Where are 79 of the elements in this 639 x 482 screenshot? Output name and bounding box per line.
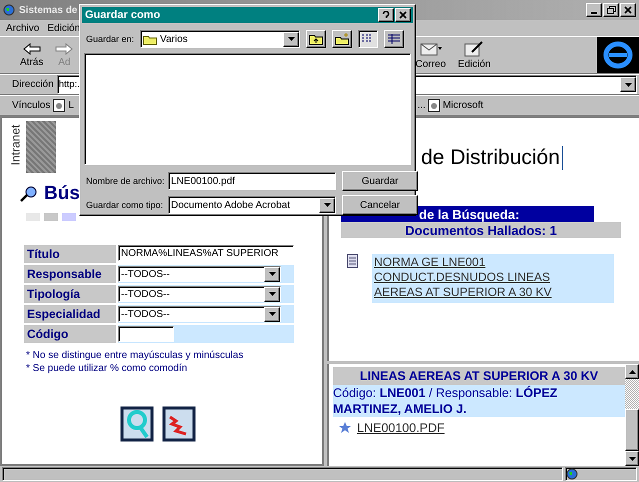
detail-info: Código: LNE001 / Responsable: LÓPEZ MARTINEZ, AMELIO J. xyxy=(333,385,625,417)
side-label: Intranet xyxy=(8,124,22,166)
details-icon xyxy=(388,34,400,44)
new-folder-button[interactable] xyxy=(332,30,352,48)
folder-select[interactable]: Varios xyxy=(140,30,300,48)
edit-icon xyxy=(464,40,484,56)
input-field[interactable] xyxy=(118,326,174,342)
links-label: Vínculos xyxy=(12,100,50,111)
scroll-down-button[interactable] xyxy=(625,451,639,466)
page-heading: Bús xyxy=(44,183,80,205)
select-field[interactable]: --TODOS-- xyxy=(118,286,281,302)
globe-icon xyxy=(566,468,578,480)
close-button[interactable] xyxy=(395,8,411,22)
window-title: Sistemas de xyxy=(19,4,78,16)
new-folder-icon xyxy=(335,33,350,45)
file-link[interactable]: LNE00100.PDF xyxy=(357,421,445,435)
hint-text: * Se puede utilizar % como comodín xyxy=(26,362,188,375)
star-icon xyxy=(339,422,351,434)
page-icon xyxy=(428,99,440,112)
close-icon xyxy=(624,6,632,14)
scrollbar[interactable] xyxy=(625,364,639,466)
field-label: Código xyxy=(24,325,116,343)
select-field[interactable]: --TODOS-- xyxy=(118,306,281,322)
link-item[interactable]: Microsoft xyxy=(428,99,484,112)
minimize-button[interactable] xyxy=(586,3,602,17)
toolbar-button[interactable]: Atrás xyxy=(14,37,50,73)
menu-item[interactable]: Edición xyxy=(47,22,80,34)
field-label: Especialidad xyxy=(24,305,116,323)
close-button[interactable] xyxy=(620,3,636,17)
details-view-button[interactable] xyxy=(384,30,404,48)
file-name-field[interactable]: LNE00100.pdf xyxy=(168,172,336,190)
detail-title: LINEAS AEREAS AT SUPERIOR A 30 KV xyxy=(333,367,625,385)
hint-text: * No se distingue entre mayúsculas y minúsculas xyxy=(26,349,244,362)
down-arrow-icon xyxy=(628,456,636,460)
field-label: Responsable xyxy=(24,265,116,283)
save-in-label: Guardar en: xyxy=(86,34,134,44)
banner-image xyxy=(26,121,56,173)
result-link[interactable]: NORMA GE LNE001 CONDUCT.DESNUDOS LINEAS AEREAS AT SUPERIOR A 30 KV xyxy=(372,254,614,303)
menu-item[interactable]: Archivo xyxy=(6,22,40,34)
browser-logo xyxy=(597,37,639,73)
list-view-button[interactable] xyxy=(358,30,378,48)
scroll-up-button[interactable] xyxy=(625,364,639,379)
decoration-strip xyxy=(26,213,76,221)
link-item[interactable]: L xyxy=(53,99,416,112)
page-icon xyxy=(53,99,66,112)
file-type-label: Guardar como tipo: xyxy=(86,200,164,210)
close-icon xyxy=(399,11,407,19)
toolbar-button[interactable]: Correo xyxy=(409,37,452,73)
save-button[interactable]: Guardar xyxy=(342,171,418,191)
search-icon xyxy=(20,186,38,202)
file-name-label: Nombre de archivo: xyxy=(86,176,166,186)
link-item[interactable]: ... xyxy=(417,100,426,111)
forward-arrow-icon xyxy=(55,42,74,54)
field-label: Título xyxy=(24,245,116,263)
up-arrow-icon xyxy=(628,370,636,374)
question-mark-icon xyxy=(382,10,390,20)
clear-button[interactable] xyxy=(162,405,196,443)
select-field[interactable]: --TODOS-- xyxy=(118,266,281,282)
search-button[interactable] xyxy=(120,405,154,443)
folder-up-icon xyxy=(309,33,324,45)
field-label: Tipología xyxy=(24,285,116,303)
envelope-icon xyxy=(420,40,442,56)
results-count: Documentos Hallados: 1 xyxy=(341,222,621,238)
help-button[interactable] xyxy=(378,8,394,22)
page-title: de Distribución xyxy=(421,146,563,170)
file-type-select[interactable]: Documento Adobe Acrobat xyxy=(168,196,336,214)
folder-icon xyxy=(143,34,158,44)
address-label: Dirección xyxy=(12,79,54,90)
dialog-title: Guardar como xyxy=(85,9,160,21)
document-icon xyxy=(347,254,358,268)
toolbar-button[interactable]: Edición xyxy=(452,37,497,73)
restore-icon xyxy=(606,6,616,14)
file-list[interactable] xyxy=(84,53,411,165)
back-arrow-icon xyxy=(22,42,41,54)
up-folder-button[interactable] xyxy=(306,30,326,48)
globe-icon xyxy=(3,4,15,16)
cancel-button[interactable]: Cancelar xyxy=(342,195,418,215)
restore-button[interactable] xyxy=(603,3,619,17)
input-field[interactable]: NORMA%LINEAS%AT SUPERIOR xyxy=(118,245,294,261)
